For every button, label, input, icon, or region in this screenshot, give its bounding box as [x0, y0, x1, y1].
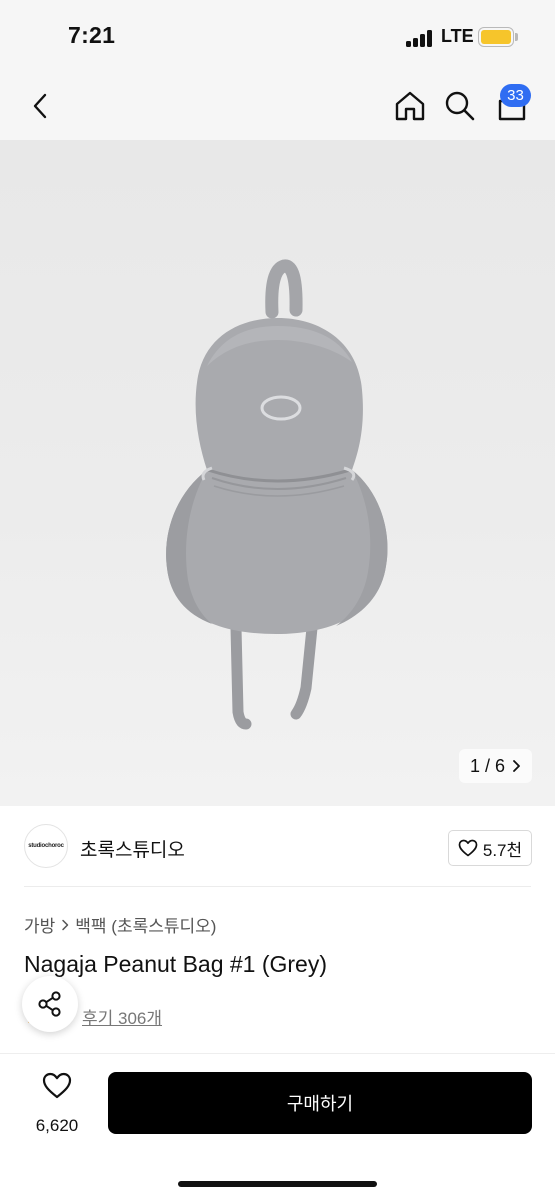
product-title: Nagaja Peanut Bag #1 (Grey)	[24, 951, 328, 977]
wishlist-count: 6,620	[35, 1116, 79, 1135]
brand-like-button[interactable]: 5.7천	[448, 830, 532, 866]
breadcrumb-category[interactable]: 가방	[24, 912, 55, 937]
breadcrumb-subcategory[interactable]: 백팩 (초록스튜디오)	[75, 912, 216, 937]
brand-name[interactable]: 초록스튜디오	[80, 835, 185, 862]
home-button[interactable]	[388, 84, 432, 128]
home-indicator	[178, 1181, 377, 1187]
status-bar: 7:21 LTE	[0, 0, 555, 74]
cart-count-badge: 33	[500, 84, 531, 107]
chevron-right-icon	[513, 760, 520, 772]
brand-logo[interactable]: studiochoroc	[24, 824, 68, 868]
wishlist-button[interactable]: 6,620	[24, 1072, 90, 1136]
search-button[interactable]	[438, 84, 482, 128]
battery-icon	[478, 27, 514, 47]
heart-icon	[42, 1072, 72, 1099]
image-counter-button[interactable]: 1 / 6	[459, 749, 532, 783]
home-icon	[395, 91, 425, 121]
image-counter: 1 / 6	[469, 755, 506, 776]
battery-tip	[515, 33, 518, 41]
product-image[interactable]	[0, 140, 555, 806]
heart-icon	[458, 839, 478, 857]
nav-bar	[0, 74, 555, 140]
share-icon	[38, 991, 61, 1017]
chevron-right-icon	[62, 919, 69, 930]
brand-logo-text: studiochoroc	[28, 843, 64, 849]
status-time: 7:21	[68, 22, 116, 48]
divider	[24, 886, 531, 887]
back-button[interactable]	[18, 84, 62, 128]
breadcrumb: 가방 백팩 (초록스튜디오)	[24, 912, 216, 937]
buy-button[interactable]: 구매하기	[108, 1072, 532, 1134]
brand-like-count: 5.7천	[482, 840, 523, 860]
network-label: LTE	[441, 26, 474, 46]
share-button[interactable]	[22, 976, 78, 1032]
signal-icon	[406, 29, 434, 47]
brand-row[interactable]: studiochoroc 초록스튜디오 5.7천	[0, 806, 555, 886]
chevron-left-icon	[33, 93, 47, 119]
review-count-link[interactable]: 후기 306개	[82, 1004, 162, 1029]
backpack-illustration	[166, 259, 388, 730]
search-icon	[445, 91, 475, 121]
